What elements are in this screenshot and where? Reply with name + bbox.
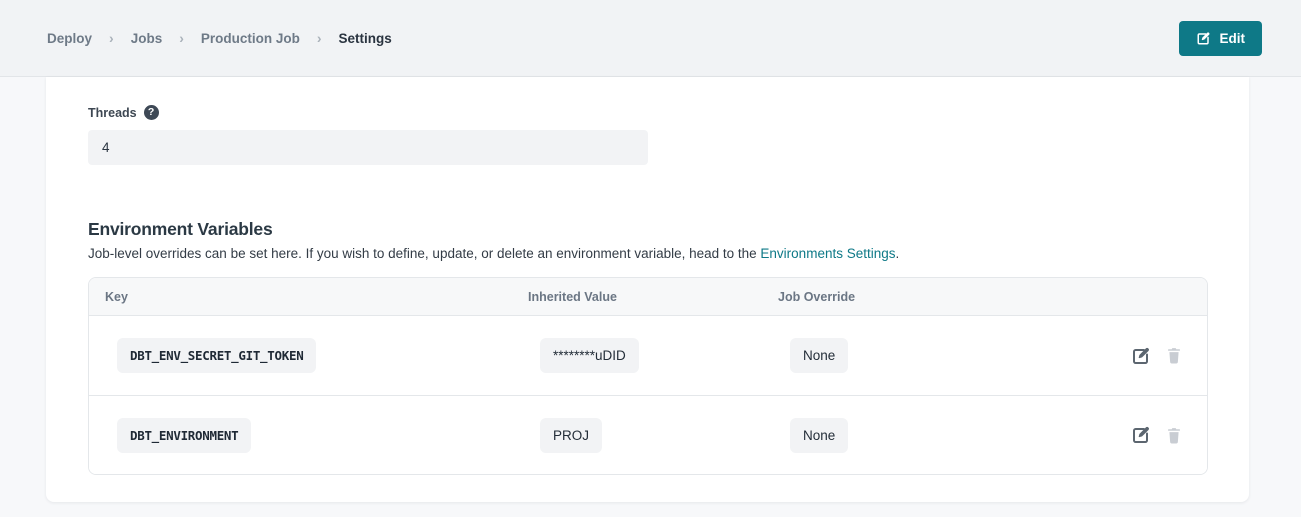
env-var-key-badge: DBT_ENVIRONMENT: [117, 418, 251, 453]
table-row: DBT_ENVIRONMENT PROJ None: [89, 395, 1207, 474]
job-override-badge: None: [790, 418, 848, 453]
edit-pencil-icon: [1131, 425, 1151, 445]
inherited-value-badge: ********uDID: [540, 338, 639, 373]
delete-variable-button[interactable]: [1165, 346, 1183, 365]
settings-card: Threads ? Environment Variables Job-leve…: [46, 77, 1249, 502]
column-header-key: Key: [89, 290, 512, 304]
table-row: DBT_ENV_SECRET_GIT_TOKEN ********uDID No…: [89, 316, 1207, 395]
threads-label: Threads: [88, 106, 137, 120]
edit-button[interactable]: Edit: [1179, 21, 1263, 56]
threads-field-header: Threads ?: [88, 105, 1208, 120]
description-text: Job-level overrides can be set here. If …: [88, 246, 760, 261]
trash-icon: [1165, 346, 1183, 365]
environment-variables-title: Environment Variables: [88, 219, 1208, 240]
breadcrumb: Deploy › Jobs › Production Job › Setting…: [47, 30, 392, 46]
edit-pencil-icon: [1196, 31, 1211, 46]
edit-button-label: Edit: [1220, 31, 1246, 46]
environments-settings-link[interactable]: Environments Settings: [760, 246, 895, 261]
column-header-job-override: Job Override: [762, 290, 1012, 304]
environment-variables-table: Key Inherited Value Job Override DBT_ENV…: [88, 277, 1208, 475]
page-header: Deploy › Jobs › Production Job › Setting…: [0, 0, 1301, 77]
breadcrumb-item-deploy[interactable]: Deploy: [47, 31, 92, 46]
breadcrumb-item-production-job[interactable]: Production Job: [201, 31, 300, 46]
trash-icon: [1165, 426, 1183, 445]
chevron-right-icon: ›: [317, 30, 322, 46]
chevron-right-icon: ›: [179, 30, 184, 46]
table-header-row: Key Inherited Value Job Override: [89, 278, 1207, 316]
question-circle-icon[interactable]: ?: [144, 105, 159, 120]
description-period: .: [896, 246, 900, 261]
environment-variables-description: Job-level overrides can be set here. If …: [88, 246, 1208, 261]
delete-variable-button[interactable]: [1165, 426, 1183, 445]
edit-variable-button[interactable]: [1131, 346, 1151, 366]
chevron-right-icon: ›: [109, 30, 114, 46]
env-var-key-badge: DBT_ENV_SECRET_GIT_TOKEN: [117, 338, 316, 373]
inherited-value-badge: PROJ: [540, 418, 602, 453]
job-override-badge: None: [790, 338, 848, 373]
edit-pencil-icon: [1131, 346, 1151, 366]
edit-variable-button[interactable]: [1131, 425, 1151, 445]
column-header-inherited-value: Inherited Value: [512, 290, 762, 304]
breadcrumb-item-jobs[interactable]: Jobs: [131, 31, 163, 46]
threads-input[interactable]: [88, 130, 648, 165]
breadcrumb-item-settings: Settings: [339, 31, 392, 46]
